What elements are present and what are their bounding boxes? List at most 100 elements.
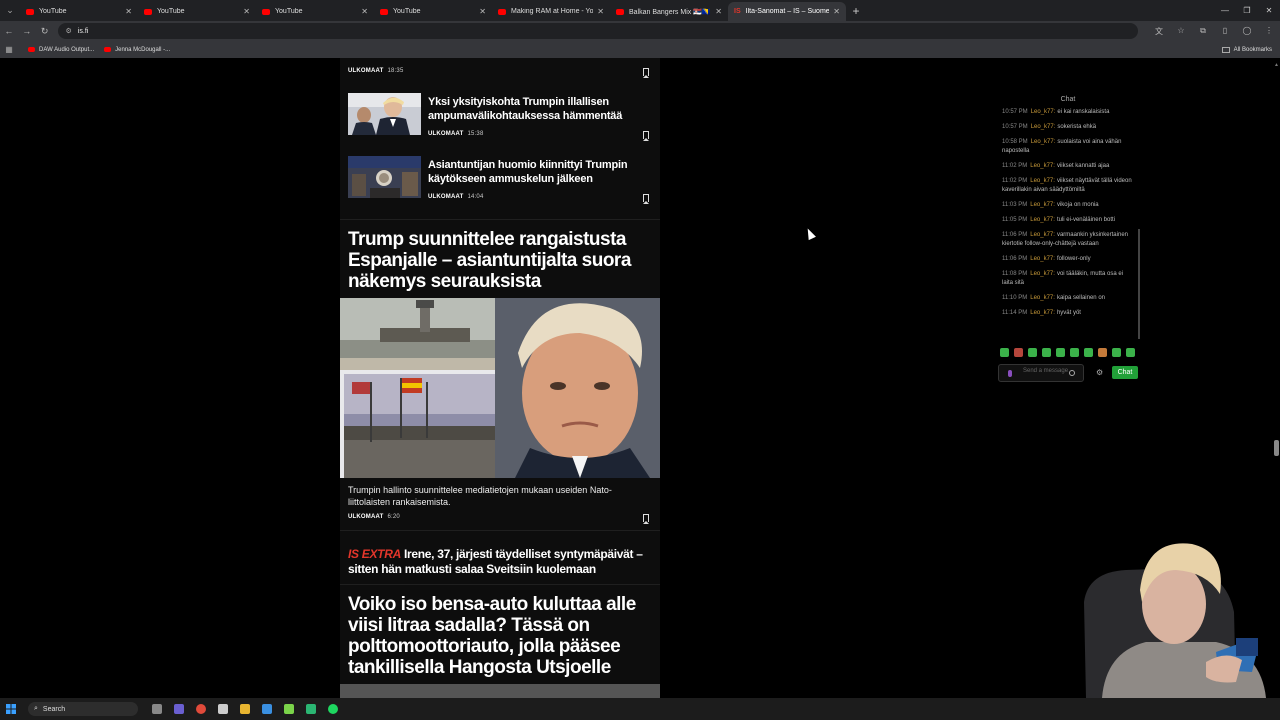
- emote-icon[interactable]: [1084, 348, 1093, 357]
- list-item[interactable]: Yksi yksityiskohta Trumpin illallisen am…: [340, 93, 660, 155]
- emote-icon[interactable]: [1028, 348, 1037, 357]
- article-thumbnail[interactable]: [348, 93, 421, 135]
- list-item[interactable]: Asiantuntijan huomio kiinnittyi Trumpin …: [340, 156, 660, 218]
- new-tab-button[interactable]: +: [846, 4, 866, 18]
- chat-send-button[interactable]: Chat: [1112, 366, 1138, 379]
- emote-icon[interactable]: [1000, 348, 1009, 357]
- time-label: 18:35: [387, 68, 404, 74]
- article-thumbnail[interactable]: [348, 156, 421, 198]
- headline-image[interactable]: [340, 298, 660, 478]
- scroll-up-icon[interactable]: ▲: [1274, 62, 1279, 68]
- bookmark-icon[interactable]: [643, 131, 649, 141]
- headline-title[interactable]: Trump suunnittelee rangaistusta Espanjal…: [348, 229, 648, 292]
- apps-grid-icon[interactable]: ▦: [0, 45, 18, 54]
- divider: [340, 584, 660, 585]
- mic-icon[interactable]: [1008, 370, 1012, 377]
- tab-youtube-3[interactable]: YouTube ✕: [256, 2, 374, 21]
- chat-message-input[interactable]: Send a message: [998, 364, 1084, 382]
- tab-youtube-1[interactable]: YouTube ✕: [20, 2, 138, 21]
- minimize-icon[interactable]: —: [1214, 6, 1236, 15]
- bookmark-icon[interactable]: [643, 68, 649, 78]
- bookmark-icon[interactable]: [643, 194, 649, 204]
- bookmark-jenna[interactable]: Jenna McDougall -...: [104, 47, 170, 53]
- back-icon[interactable]: ←: [0, 26, 18, 36]
- tab-youtube-2[interactable]: YouTube ✕: [138, 2, 256, 21]
- chat-message: 10:58 PM Leo_k77: suolaista voi aina vähän…: [1002, 139, 1122, 154]
- close-icon[interactable]: ✕: [715, 7, 722, 16]
- site-info-icon[interactable]: ⚙: [66, 27, 72, 35]
- emote-icon[interactable]: [1112, 348, 1121, 357]
- emoji-icon[interactable]: [1069, 370, 1075, 376]
- youtube-icon: [104, 47, 112, 52]
- close-window-icon[interactable]: ✕: [1258, 6, 1280, 15]
- emote-icon[interactable]: [1070, 348, 1079, 357]
- sidebar-icon[interactable]: ▯: [1214, 26, 1236, 37]
- all-bookmarks[interactable]: All Bookmarks: [1221, 41, 1272, 58]
- tab-label: Making RAM at Home - YouTube: [511, 8, 594, 15]
- teams-icon[interactable]: [168, 698, 190, 720]
- article-image[interactable]: [340, 684, 660, 698]
- taskbar-search[interactable]: ⌕ Search: [28, 702, 138, 716]
- taskbar-apps: [146, 698, 344, 720]
- task-view-icon[interactable]: [146, 698, 168, 720]
- scrollbar-thumb[interactable]: [1274, 440, 1279, 456]
- close-icon[interactable]: ✕: [597, 7, 604, 16]
- close-icon[interactable]: ✕: [125, 7, 132, 16]
- toolbar-actions: 文 ☆ ⧉ ▯ ◯ ⋮: [1148, 26, 1280, 37]
- emote-icon[interactable]: [1014, 348, 1023, 357]
- close-icon[interactable]: ✕: [361, 7, 368, 16]
- taskbar: ⌕ Search: [0, 698, 1280, 720]
- emote-icon[interactable]: [1056, 348, 1065, 357]
- profile-icon[interactable]: ◯: [1236, 26, 1258, 37]
- folder-icon[interactable]: [234, 698, 256, 720]
- tab-balkan-bangers[interactable]: Balkan Bangers Mix 🇷🇸🇧🇦🎶 - ✕: [610, 2, 728, 21]
- category-label[interactable]: ULKOMAAT: [428, 131, 463, 137]
- spotify-icon[interactable]: [322, 698, 344, 720]
- tab-ilta-sanomat[interactable]: IS Ilta-Sanomat – IS – Suomen suu ✕: [728, 2, 846, 21]
- tab-label: YouTube: [393, 8, 421, 15]
- app-icon[interactable]: [256, 698, 278, 720]
- tab-bar: ⌄ YouTube ✕ YouTube ✕ YouTube ✕ YouTube …: [0, 0, 1280, 21]
- tab-making-ram[interactable]: Making RAM at Home - YouTube ✕: [492, 2, 610, 21]
- category-label[interactable]: ULKOMAAT: [348, 514, 383, 520]
- windows-start-icon[interactable]: [0, 704, 22, 714]
- bookmark-daw[interactable]: DAW Audio Output...: [28, 47, 94, 53]
- is-extra-article[interactable]: IS EXTRA Irene, 37, järjesti täydelliset …: [348, 547, 648, 577]
- store-icon[interactable]: [212, 698, 234, 720]
- category-label[interactable]: ULKOMAAT: [348, 68, 383, 74]
- chat-placeholder: Send a message: [1023, 368, 1069, 374]
- chat-message: 11:02 PM Leo_k77: viikset näyttävät tällä …: [1002, 178, 1132, 193]
- gear-icon[interactable]: ⚙: [1096, 368, 1103, 377]
- close-icon[interactable]: ✕: [833, 7, 840, 16]
- news-feed: ULKOMAAT 18:35 Yksi yksityiskohta Trumpi…: [340, 58, 660, 698]
- reload-icon[interactable]: ↻: [36, 26, 54, 37]
- chat-message: 11:14 PM Leo_k77: hyvät yöt: [1002, 310, 1081, 316]
- extensions-icon[interactable]: ⧉: [1192, 26, 1214, 37]
- close-icon[interactable]: ✕: [243, 7, 250, 16]
- tab-label: YouTube: [275, 8, 303, 15]
- chat-scrollbar[interactable]: [1138, 229, 1140, 339]
- emote-icon[interactable]: [1098, 348, 1107, 357]
- tab-search-icon[interactable]: ⌄: [0, 0, 20, 21]
- time-label: 15:38: [467, 131, 484, 137]
- forward-icon[interactable]: →: [18, 26, 36, 36]
- chrome-icon[interactable]: [190, 698, 212, 720]
- headline-title[interactable]: Voiko iso bensa-auto kuluttaa alle viisi…: [348, 594, 638, 678]
- tab-youtube-4[interactable]: YouTube ✕: [374, 2, 492, 21]
- maximize-icon[interactable]: ❐: [1236, 6, 1258, 15]
- bookmark-icon[interactable]: [643, 514, 649, 524]
- translate-icon[interactable]: 文: [1148, 26, 1170, 37]
- app-icon[interactable]: [300, 698, 322, 720]
- emote-icon[interactable]: [1042, 348, 1051, 357]
- media-player-icon[interactable]: [278, 698, 300, 720]
- star-icon[interactable]: ☆: [1170, 26, 1192, 37]
- category-label[interactable]: ULKOMAAT: [428, 194, 463, 200]
- divider: [340, 219, 660, 220]
- close-icon[interactable]: ✕: [479, 7, 486, 16]
- article-title[interactable]: Asiantuntijan huomio kiinnittyi Trumpin …: [428, 158, 653, 186]
- emote-icon[interactable]: [1126, 348, 1135, 357]
- chat-message: 11:03 PM Leo_k77: vikoja on monia: [1002, 202, 1099, 208]
- menu-icon[interactable]: ⋮: [1258, 26, 1280, 37]
- address-bar[interactable]: ⚙ is.fi: [57, 23, 1138, 39]
- article-title[interactable]: Yksi yksityiskohta Trumpin illallisen am…: [428, 95, 653, 123]
